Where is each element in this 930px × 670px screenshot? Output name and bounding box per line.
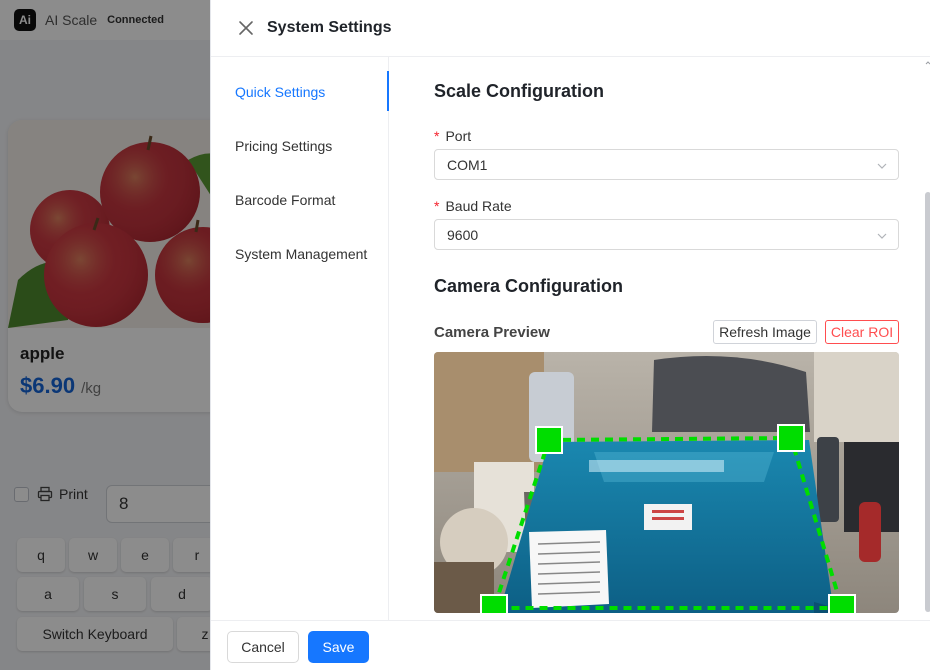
camera-preview[interactable] xyxy=(434,352,899,613)
refresh-image-button[interactable]: Refresh Image xyxy=(713,320,817,344)
baud-rate-select[interactable]: 9600 xyxy=(434,219,899,250)
drawer-footer: Cancel Save xyxy=(211,620,930,670)
port-label-text: Port xyxy=(445,128,472,144)
nav-pricing-settings[interactable]: Pricing Settings xyxy=(211,126,389,166)
settings-content: Scale Configuration * Port COM1 * Baud Rat… xyxy=(389,57,930,620)
roi-handle-bottom-right[interactable] xyxy=(828,594,856,613)
drawer-header: System Settings xyxy=(211,0,930,57)
close-icon[interactable] xyxy=(237,19,255,37)
camera-config-title: Camera Configuration xyxy=(434,276,624,296)
nav-quick-settings[interactable]: Quick Settings xyxy=(211,72,389,112)
roi-handle-top-left[interactable] xyxy=(535,426,563,454)
chevron-down-icon xyxy=(877,233,887,239)
settings-drawer: System Settings Quick Settings Pricing S… xyxy=(210,0,930,670)
camera-preview-label: Camera Preview xyxy=(434,324,550,341)
baud-rate-value: 9600 xyxy=(447,226,479,243)
roi-handle-top-right[interactable] xyxy=(777,424,805,452)
chevron-down-icon xyxy=(877,163,887,169)
settings-nav: Quick Settings Pricing Settings Barcode … xyxy=(211,57,389,620)
scroll-up-icon[interactable] xyxy=(925,59,930,67)
baud-rate-label-text: Baud Rate xyxy=(445,198,512,214)
port-value: COM1 xyxy=(447,156,488,173)
drawer-title: System Settings xyxy=(267,19,392,36)
port-label: * Port xyxy=(434,128,471,144)
save-button[interactable]: Save xyxy=(308,631,369,663)
port-select[interactable]: COM1 xyxy=(434,149,899,180)
content-scrollbar[interactable] xyxy=(925,59,930,615)
nav-barcode-format[interactable]: Barcode Format xyxy=(211,180,389,220)
baud-rate-label: * Baud Rate xyxy=(434,198,512,214)
clear-roi-button[interactable]: Clear ROI xyxy=(825,320,899,344)
required-mark: * xyxy=(434,198,440,214)
cancel-button[interactable]: Cancel xyxy=(227,631,299,663)
nav-system-management[interactable]: System Management xyxy=(211,234,389,274)
scale-config-title: Scale Configuration xyxy=(434,81,605,101)
required-mark: * xyxy=(434,128,440,144)
roi-polygon[interactable] xyxy=(434,352,899,613)
scrollbar-thumb[interactable] xyxy=(925,192,930,612)
roi-handle-bottom-left[interactable] xyxy=(480,594,508,613)
